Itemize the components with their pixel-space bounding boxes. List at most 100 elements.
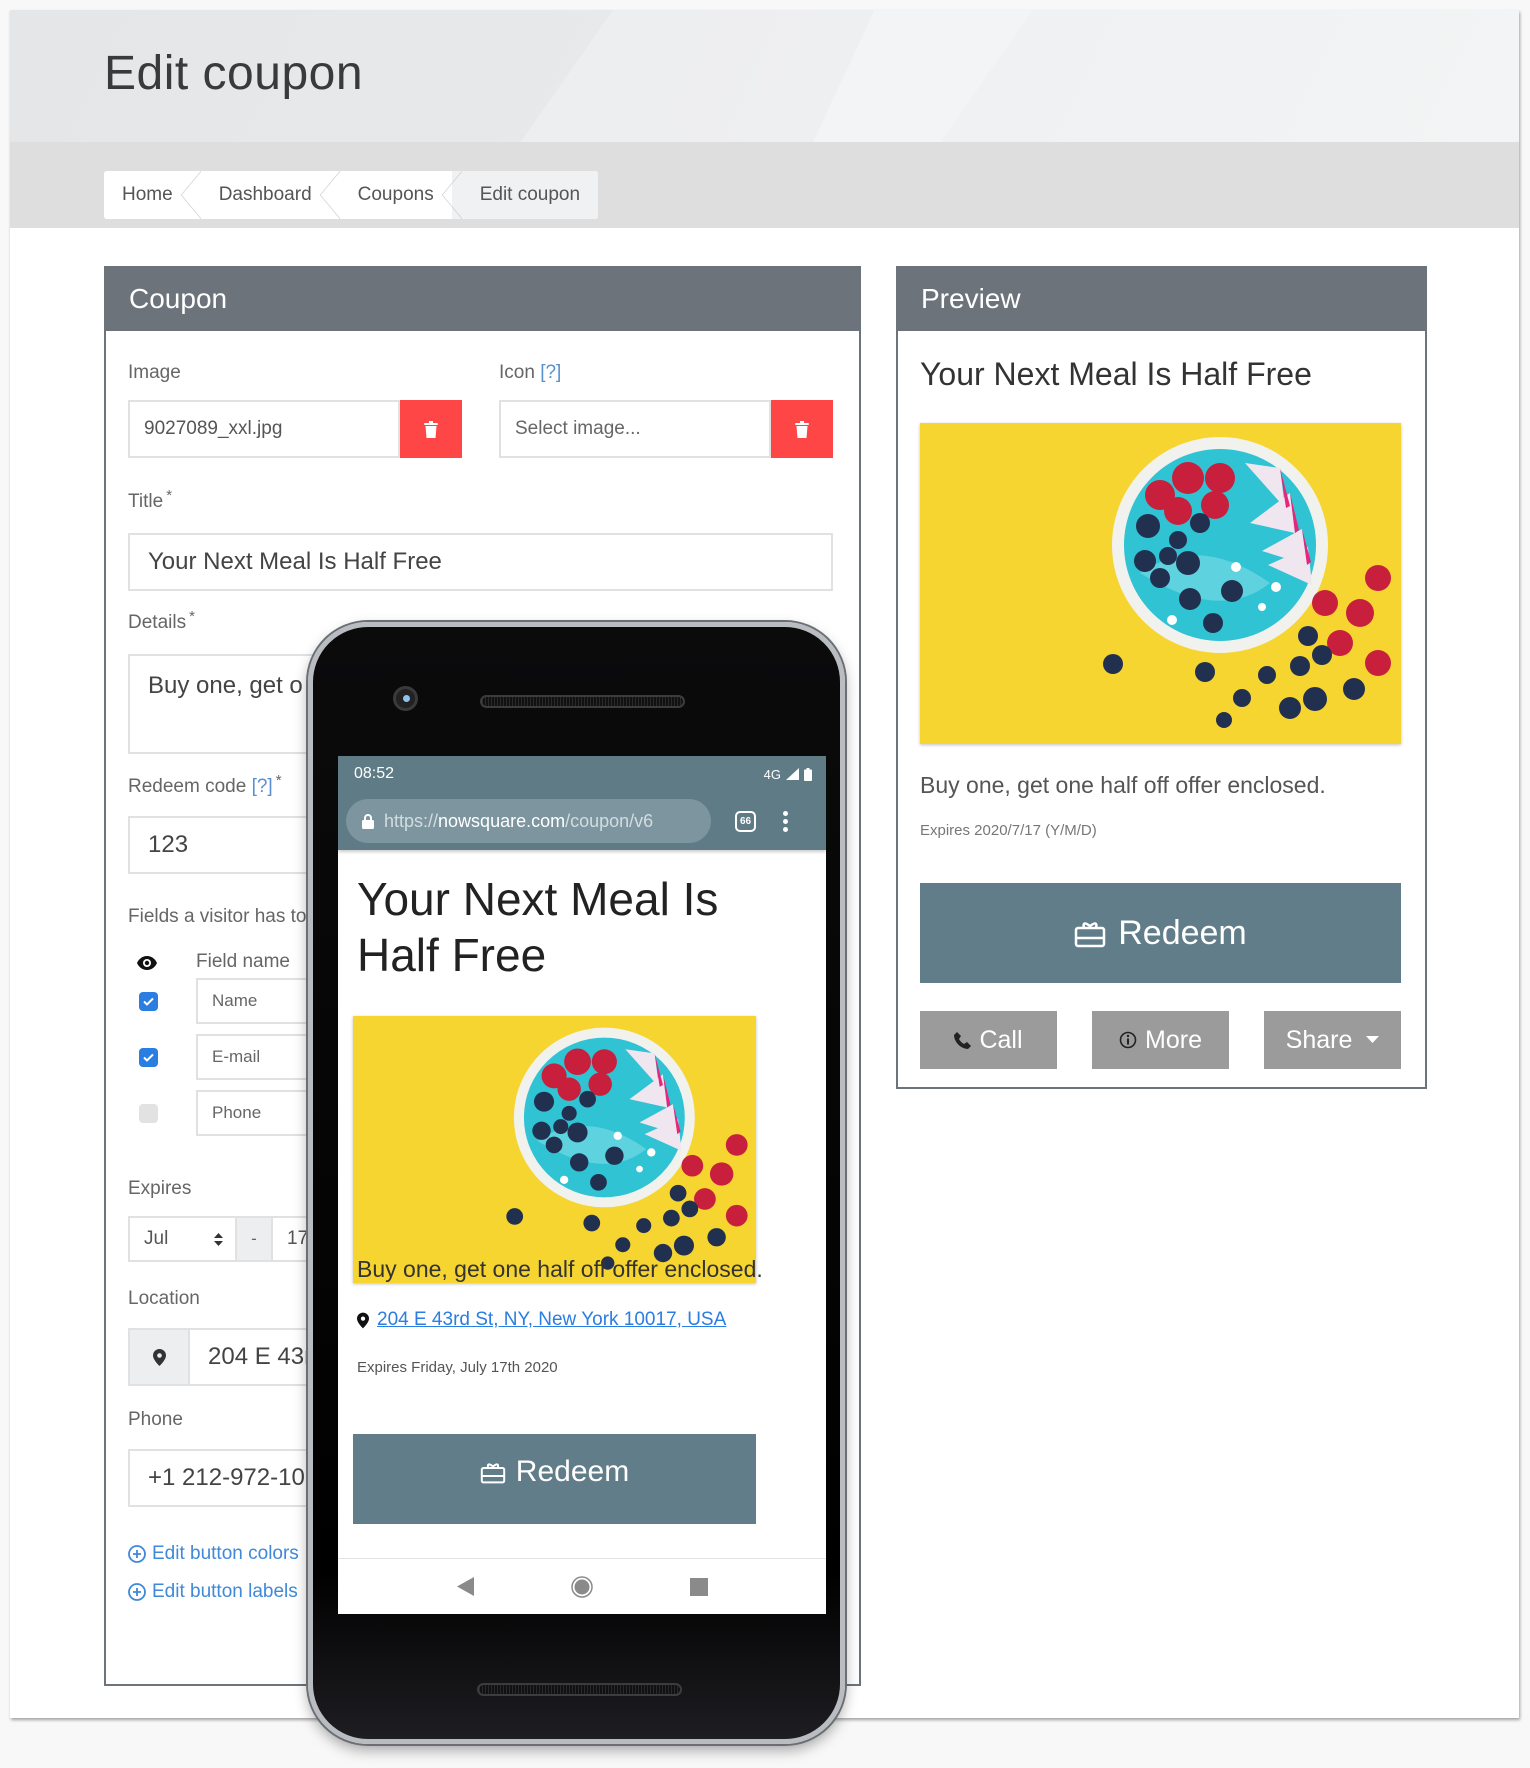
lock-icon <box>362 813 374 829</box>
expires-separator: - <box>235 1216 273 1262</box>
edit-button-labels-label: Edit button labels <box>152 1581 298 1602</box>
visibility-eye-icon <box>137 956 157 975</box>
trash-icon <box>424 420 438 438</box>
phone-screen: 08:52 4G https://nowsquare.com/coupon/v6… <box>338 756 826 1614</box>
preview-panel-heading: Preview <box>898 266 1425 331</box>
call-button[interactable]: Call <box>920 1011 1057 1069</box>
phone-coupon-details: Buy one, get one half off offer enclosed… <box>357 1256 763 1282</box>
preview-expires: Expires 2020/7/17 (Y/M/D) <box>920 822 1097 839</box>
battery-icon <box>804 767 812 781</box>
redeem-code-label-text: Redeem code <box>128 776 247 797</box>
phone-label: Phone <box>128 1409 183 1430</box>
expires-month-select[interactable]: Jul <box>128 1216 237 1262</box>
back-nav-icon[interactable] <box>456 1577 474 1596</box>
details-label: Details * <box>128 608 195 634</box>
expires-label: Expires <box>128 1178 192 1199</box>
breadcrumb-home[interactable]: Home <box>104 171 201 219</box>
required-marker: * <box>275 772 282 789</box>
checkmark-icon <box>143 997 154 1006</box>
edit-button-labels-link[interactable]: Edit button labels <box>128 1581 298 1603</box>
status-time: 08:52 <box>354 765 395 782</box>
field-name-column-header: Field name <box>196 951 290 972</box>
breadcrumb-coupons[interactable]: Coupons <box>329 171 462 219</box>
title-input[interactable]: Your Next Meal Is Half Free <box>128 533 833 591</box>
phone-coupon-image <box>353 1016 756 1283</box>
breadcrumb: Home Dashboard Coupons Edit coupon <box>104 171 599 219</box>
map-marker-icon <box>357 1312 369 1328</box>
preview-coupon-image <box>920 423 1401 744</box>
title-label-text: Title <box>128 491 164 512</box>
info-circle-icon <box>1119 1031 1137 1049</box>
plus-circle-icon <box>128 1583 146 1601</box>
phone-expires-text: Expires Friday, July 17th 2020 <box>357 1359 558 1376</box>
browser-url-bar: https://nowsquare.com/coupon/v6 66 <box>338 792 826 850</box>
image-label: Image <box>128 362 181 383</box>
signal-icon <box>786 768 799 780</box>
more-button[interactable]: More <box>1092 1011 1229 1069</box>
preview-redeem-label: Redeem <box>1118 913 1247 952</box>
coupon-panel-heading: Coupon <box>106 266 859 331</box>
icon-label-text: Icon <box>499 362 535 383</box>
sort-arrows-icon <box>214 1232 223 1246</box>
browser-menu-icon[interactable] <box>783 810 788 832</box>
home-nav-icon[interactable] <box>570 1575 593 1598</box>
url-domain: nowsquare.com <box>438 810 566 831</box>
more-label: More <box>1145 1025 1202 1054</box>
phone-address-link[interactable]: 204 E 43rd St, NY, New York 10017, USA <box>357 1309 726 1331</box>
preview-panel: Preview Your Next Meal Is Half Free Buy … <box>896 266 1427 1089</box>
top-speaker-grille <box>480 695 685 708</box>
breadcrumb-dashboard[interactable]: Dashboard <box>190 171 340 219</box>
page-title: Edit coupon <box>104 47 364 100</box>
phone-icon <box>954 1031 972 1049</box>
phone-mockup: 08:52 4G https://nowsquare.com/coupon/v6… <box>308 622 845 1748</box>
remove-icon-button[interactable] <box>771 400 833 458</box>
browser-address-field[interactable]: https://nowsquare.com/coupon/v6 <box>346 799 711 843</box>
breadcrumb-bar: Home Dashboard Coupons Edit coupon <box>10 142 1519 228</box>
breadcrumb-edit-coupon: Edit coupon <box>451 171 599 219</box>
icon-help-link[interactable]: [?] <box>540 362 561 383</box>
edit-button-colors-label: Edit button colors <box>152 1543 299 1564</box>
url-path: /coupon/v6 <box>565 810 654 831</box>
page-header: Edit coupon <box>10 10 1519 142</box>
expires-month-value: Jul <box>144 1228 169 1249</box>
edit-button-colors-link[interactable]: Edit button colors <box>128 1543 299 1565</box>
bottom-speaker-grille <box>477 1683 682 1696</box>
caret-down-icon <box>1366 1036 1380 1043</box>
image-field[interactable]: 9027089_xxl.jpg <box>128 400 400 458</box>
gift-icon <box>480 1463 505 1484</box>
visitor-field-name-checkbox[interactable] <box>139 992 158 1011</box>
location-addon <box>128 1328 190 1386</box>
phone-status-bar: 08:52 4G <box>338 756 826 792</box>
android-nav-bar <box>338 1558 826 1614</box>
redeem-code-help-link[interactable]: [?] <box>252 776 273 797</box>
required-marker: * <box>166 487 173 504</box>
phone-coupon-title: Your Next Meal Is Half Free <box>357 873 719 981</box>
icon-field[interactable]: Select image... <box>499 400 771 458</box>
preview-title: Your Next Meal Is Half Free <box>920 356 1312 392</box>
location-label: Location <box>128 1288 200 1309</box>
phone-frame: 08:52 4G https://nowsquare.com/coupon/v6… <box>308 622 845 1744</box>
recents-nav-icon[interactable] <box>689 1577 708 1596</box>
map-marker-icon <box>152 1348 166 1366</box>
visitor-field-phone-checkbox[interactable] <box>139 1104 158 1123</box>
share-label: Share <box>1285 1025 1353 1054</box>
network-type: 4G <box>763 766 781 782</box>
remove-image-button[interactable] <box>400 400 462 458</box>
phone-address-text: 204 E 43rd St, NY, New York 10017, USA <box>377 1309 727 1330</box>
visitor-field-email-checkbox[interactable] <box>139 1048 158 1067</box>
plus-circle-icon <box>128 1545 146 1563</box>
front-camera-icon <box>393 686 418 711</box>
url-text: https://nowsquare.com/coupon/v6 <box>384 811 653 832</box>
preview-details: Buy one, get one half off offer enclosed… <box>920 772 1326 798</box>
checkmark-icon <box>143 1053 154 1062</box>
call-label: Call <box>979 1025 1023 1054</box>
gift-icon <box>1074 922 1106 948</box>
preview-redeem-button[interactable]: Redeem <box>920 883 1401 983</box>
tab-switcher-button[interactable]: 66 <box>735 810 756 832</box>
title-label: Title * <box>128 487 172 513</box>
phone-redeem-button[interactable]: Redeem <box>353 1434 756 1524</box>
details-label-text: Details <box>128 612 187 633</box>
icon-label: Icon [?] <box>499 362 561 384</box>
url-prefix: https:// <box>384 810 439 831</box>
share-dropdown-button[interactable]: Share <box>1264 1011 1401 1069</box>
